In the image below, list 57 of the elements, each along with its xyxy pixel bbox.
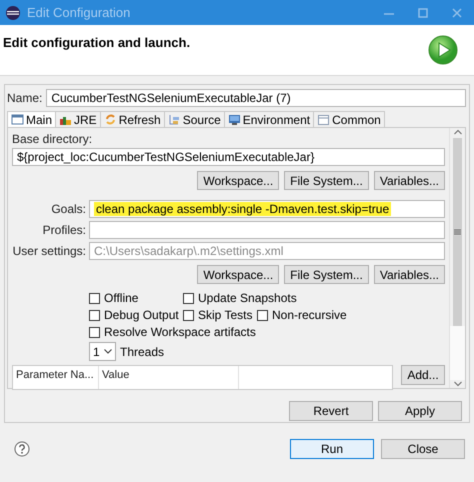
checkbox-label: Skip Tests bbox=[198, 308, 252, 322]
base-directory-field[interactable]: ${project_loc:CucumberTestNGSeleniumExecutableJar} bbox=[12, 148, 445, 166]
play-icon bbox=[428, 35, 458, 65]
chevron-down-icon bbox=[104, 349, 112, 354]
field-label: Goals: bbox=[50, 202, 86, 216]
scrollbar[interactable] bbox=[449, 128, 465, 388]
field-label: User settings: bbox=[12, 244, 86, 258]
window-icon bbox=[11, 113, 24, 126]
tab[interactable]: Source bbox=[164, 111, 225, 127]
button[interactable]: Workspace... bbox=[197, 171, 280, 190]
tab[interactable]: Common bbox=[313, 111, 385, 127]
button[interactable]: Revert bbox=[289, 401, 373, 421]
refresh-icon bbox=[104, 113, 117, 126]
button[interactable]: File System... bbox=[284, 171, 369, 190]
threads-label: Threads bbox=[120, 344, 164, 358]
checkbox-label: Offline bbox=[104, 291, 138, 305]
base-directory-label: Base directory: bbox=[12, 132, 94, 146]
button[interactable]: Variables... bbox=[374, 265, 445, 284]
window-icon bbox=[317, 113, 330, 126]
tab[interactable]: Refresh bbox=[100, 111, 165, 127]
add-button[interactable]: Add... bbox=[401, 365, 445, 385]
header-title: Edit configuration and launch. bbox=[3, 35, 190, 52]
checkbox-label: Debug Output bbox=[104, 308, 179, 322]
input-field[interactable] bbox=[89, 221, 445, 239]
input-field[interactable]: clean package assembly:single -Dmaven.test.skip=true bbox=[89, 200, 445, 218]
tab[interactable]: Main bbox=[7, 111, 56, 127]
input-field[interactable]: C:\Users\sadakarp\.m2\settings.xml bbox=[89, 242, 445, 260]
checkbox-label: Resolve Workspace artifacts bbox=[104, 325, 256, 339]
checkbox[interactable] bbox=[89, 292, 100, 304]
name-field[interactable]: CucumberTestNGSeleniumExecutableJar (7) bbox=[46, 89, 466, 107]
button[interactable]: Variables... bbox=[374, 171, 445, 190]
checkbox[interactable] bbox=[183, 292, 194, 304]
tab[interactable]: JRE bbox=[55, 111, 101, 127]
button[interactable]: Workspace... bbox=[197, 265, 280, 284]
help-icon[interactable] bbox=[14, 441, 30, 457]
checkbox-label: Non-recursive bbox=[272, 308, 347, 322]
monitor-icon bbox=[228, 113, 241, 126]
column-header[interactable]: Value bbox=[99, 366, 239, 389]
checkbox[interactable] bbox=[89, 310, 100, 320]
scroll-down-icon bbox=[454, 380, 462, 388]
window-title: Edit Configuration bbox=[27, 5, 132, 20]
checkbox[interactable] bbox=[89, 326, 100, 338]
grip-icon bbox=[454, 229, 461, 235]
checkbox-label: Update Snapshots bbox=[198, 291, 297, 305]
name-label: Name: bbox=[7, 91, 42, 105]
app-icon bbox=[5, 4, 21, 20]
button[interactable]: Close bbox=[381, 439, 465, 459]
column-header[interactable]: Parameter Na... bbox=[13, 366, 99, 389]
button[interactable]: File System... bbox=[284, 265, 369, 284]
scroll-up-icon bbox=[454, 128, 462, 136]
threads-dropdown[interactable]: 1 bbox=[89, 342, 116, 361]
checkbox[interactable] bbox=[183, 310, 194, 320]
field-label: Profiles: bbox=[42, 223, 86, 237]
button[interactable]: Apply bbox=[378, 401, 462, 421]
checkbox[interactable] bbox=[257, 310, 268, 320]
button[interactable]: Run bbox=[290, 439, 374, 459]
tab[interactable]: Environment bbox=[224, 111, 314, 127]
